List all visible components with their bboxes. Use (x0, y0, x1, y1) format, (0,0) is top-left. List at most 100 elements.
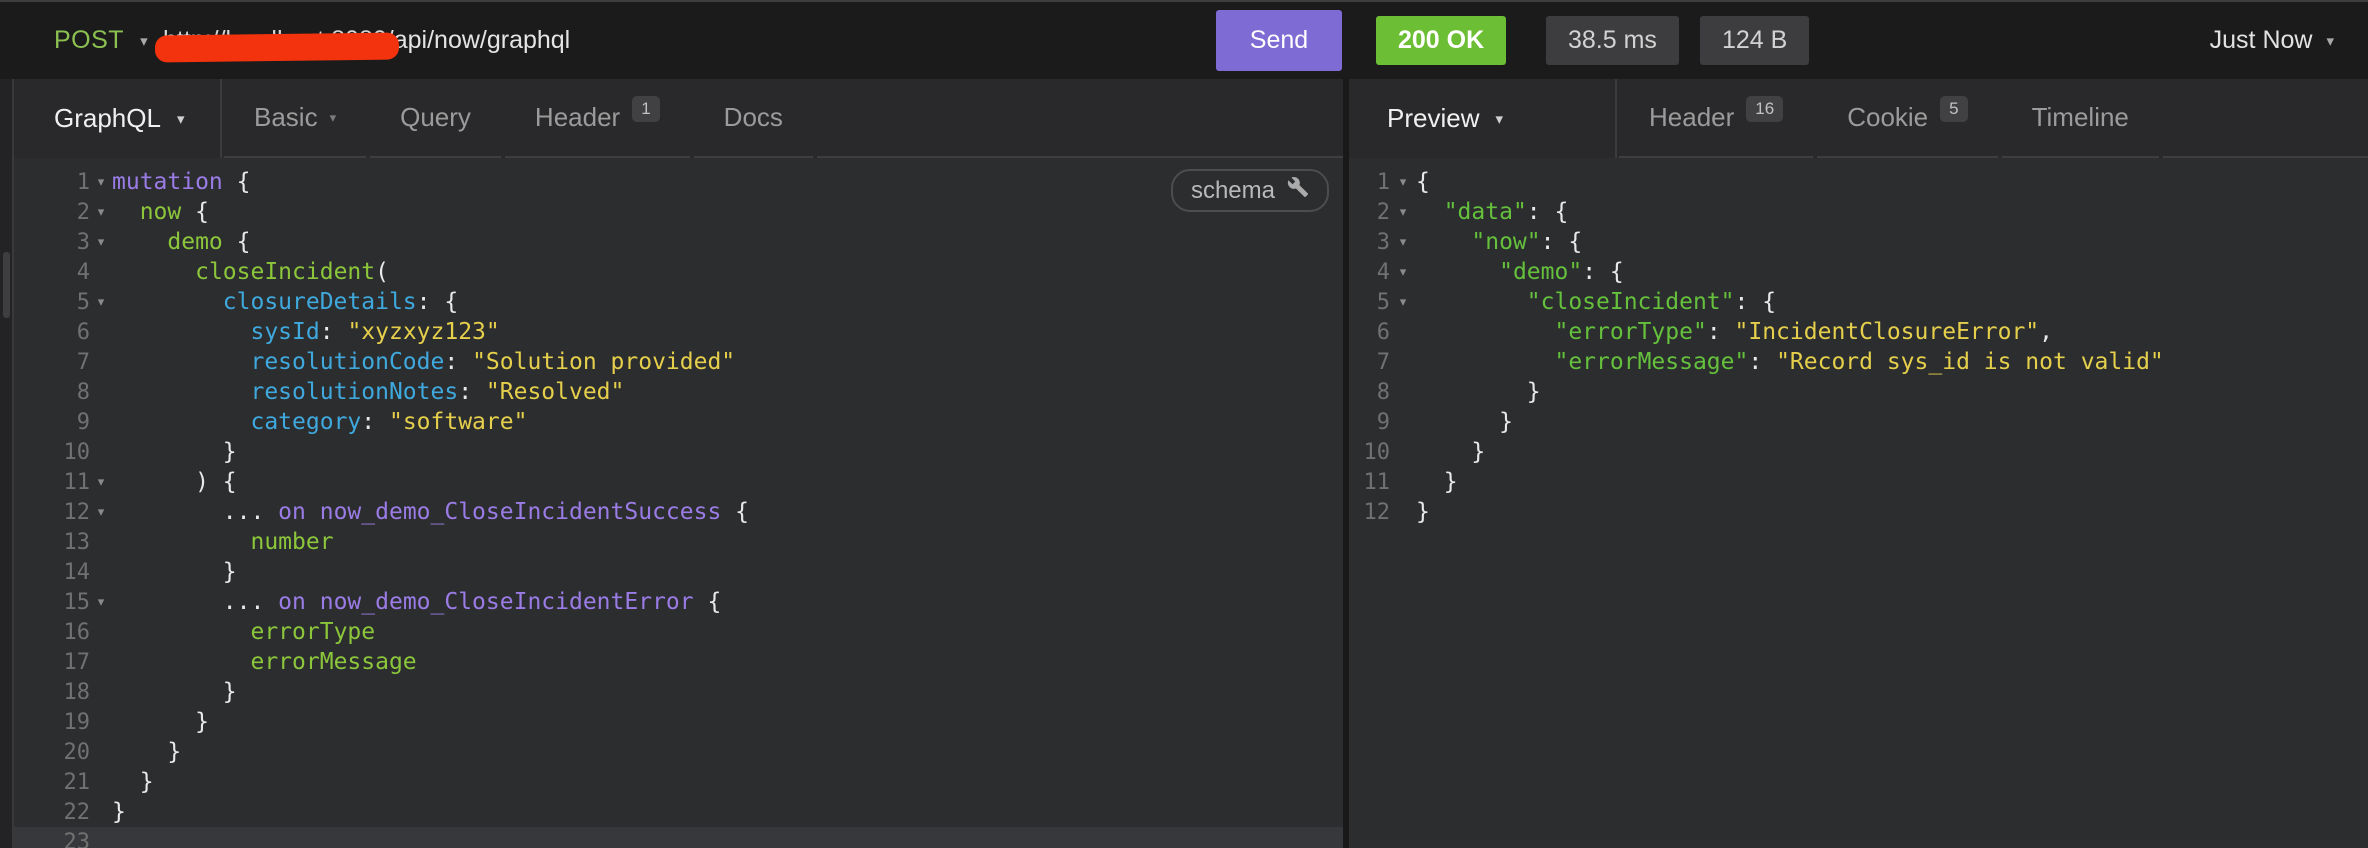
code-text: "now": { (1416, 229, 1582, 255)
code-line: 12} (1349, 497, 2368, 527)
code-text: "demo": { (1416, 259, 1624, 285)
fold-toggle-icon[interactable]: ▾ (90, 197, 112, 227)
body-type-dropdown[interactable]: GraphQL ▾ (14, 79, 222, 158)
code-text: resolutionNotes: "Resolved" (112, 379, 624, 405)
code-text: errorType (112, 619, 375, 645)
code-text: ... on now_demo_CloseIncidentSuccess { (112, 499, 749, 525)
code-line: 8 resolutionNotes: "Resolved" (14, 377, 1343, 407)
url-input[interactable]: http://localhost:8080 /api/now/graphql (163, 2, 570, 79)
tab-cookie[interactable]: Cookie 5 (1817, 79, 1997, 158)
line-number: 3 (1349, 230, 1390, 255)
fold-toggle-icon[interactable]: ▾ (1390, 167, 1416, 197)
tab-docs[interactable]: Docs (694, 79, 813, 158)
code-text: closureDetails: { (112, 289, 458, 315)
history-label: Just Now (2210, 26, 2313, 55)
tab-bar-filler (817, 79, 1343, 158)
code-line: 21 } (14, 767, 1343, 797)
line-number: 4 (14, 260, 90, 285)
line-number: 18 (14, 680, 90, 705)
code-line: 11▾ ) { (14, 467, 1343, 497)
line-number: 21 (14, 770, 90, 795)
code-line: 7 "errorMessage": "Record sys_id is not … (1349, 347, 2368, 377)
code-line: 6 sysId: "xyzxyz123" (14, 317, 1343, 347)
code-text: } (1416, 379, 1541, 405)
tab-header[interactable]: Header16 (1619, 79, 1813, 158)
code-line: 9 } (1349, 407, 2368, 437)
line-number: 9 (1349, 410, 1390, 435)
code-text: "closeIncident": { (1416, 289, 1776, 315)
fold-toggle-icon[interactable]: ▾ (90, 287, 112, 317)
code-text: } (1416, 499, 1430, 525)
code-text: mutation { (112, 169, 250, 195)
fold-toggle-icon[interactable]: ▾ (90, 497, 112, 527)
line-number: 8 (14, 380, 90, 405)
code-line: 10 } (14, 437, 1343, 467)
code-text: } (112, 739, 181, 765)
request-tab-bar: GraphQL ▾ Basic ▾ QueryHeader1 Docs (14, 79, 1343, 158)
fold-toggle-icon[interactable]: ▾ (90, 167, 112, 197)
line-number: 6 (1349, 320, 1390, 345)
line-number: 14 (14, 560, 90, 585)
code-text: } (112, 769, 154, 795)
chevron-down-icon: ▾ (330, 110, 337, 126)
status-badge: 200 OK (1376, 16, 1506, 65)
preview-mode-dropdown[interactable]: Preview ▾ (1349, 79, 1617, 158)
line-number: 12 (14, 500, 90, 525)
schema-button[interactable]: schema (1171, 169, 1329, 212)
line-number: 15 (14, 590, 90, 615)
code-line: 15▾ ... on now_demo_CloseIncidentError { (14, 587, 1343, 617)
code-text: sysId: "xyzxyz123" (112, 319, 500, 345)
code-text: ... on now_demo_CloseIncidentError { (112, 589, 721, 615)
tab-header[interactable]: Header1 (505, 79, 690, 158)
redaction-overlay (155, 33, 399, 63)
tab-label: Docs (724, 102, 783, 133)
line-number: 16 (14, 620, 90, 645)
tab-bar-filler (2163, 79, 2368, 158)
line-number: 6 (14, 320, 90, 345)
code-line: 12▾ ... on now_demo_CloseIncidentSuccess… (14, 497, 1343, 527)
tab-label: Timeline (2032, 102, 2129, 133)
chevron-down-icon: ▾ (177, 110, 185, 128)
history-dropdown[interactable]: Just Now ▾ (2210, 2, 2334, 79)
send-button[interactable]: Send (1216, 10, 1342, 71)
tab-label: Cookie (1847, 102, 1928, 133)
line-number: 7 (1349, 350, 1390, 375)
tab-query[interactable]: Query (370, 79, 501, 158)
tab-basic[interactable]: Basic ▾ (224, 79, 366, 158)
chevron-down-icon: ▾ (2326, 32, 2334, 50)
line-number: 8 (1349, 380, 1390, 405)
code-text: closeIncident( (112, 259, 389, 285)
line-number: 7 (14, 350, 90, 375)
scrollbar-thumb[interactable] (3, 252, 10, 318)
line-number: 10 (1349, 440, 1390, 465)
fold-toggle-icon[interactable]: ▾ (1390, 227, 1416, 257)
fold-toggle-icon[interactable]: ▾ (1390, 197, 1416, 227)
code-text: { (1416, 169, 1430, 195)
tab-timeline[interactable]: Timeline (2002, 79, 2159, 158)
code-text: ) { (112, 469, 237, 495)
line-number: 10 (14, 440, 90, 465)
fold-toggle-icon[interactable]: ▾ (90, 467, 112, 497)
fold-toggle-icon[interactable]: ▾ (1390, 257, 1416, 287)
time-badge: 38.5 ms (1546, 16, 1679, 65)
code-line: 9 category: "software" (14, 407, 1343, 437)
fold-toggle-icon[interactable]: ▾ (1390, 287, 1416, 317)
graphql-editor[interactable]: schema 1▾mutation {2▾ now {3▾ demo {4 cl… (14, 158, 1343, 848)
line-number: 13 (14, 530, 90, 555)
code-line: 19 } (14, 707, 1343, 737)
code-text: } (112, 439, 237, 465)
fold-toggle-icon[interactable]: ▾ (90, 227, 112, 257)
method-dropdown[interactable]: POST ▾ (54, 2, 148, 79)
code-text: } (112, 709, 209, 735)
wrench-icon (1287, 176, 1309, 205)
line-number: 5 (14, 290, 90, 315)
code-text: } (112, 799, 126, 825)
code-line: 18 } (14, 677, 1343, 707)
code-line: 4▾ "demo": { (1349, 257, 2368, 287)
tab-count-badge: 5 (1940, 96, 1967, 122)
response-body-viewer: 1▾{2▾ "data": {3▾ "now": {4▾ "demo": {5▾… (1349, 158, 2368, 848)
tab-label: Basic (254, 102, 318, 133)
fold-toggle-icon[interactable]: ▾ (90, 587, 112, 617)
line-number: 17 (14, 650, 90, 675)
line-number: 19 (14, 710, 90, 735)
